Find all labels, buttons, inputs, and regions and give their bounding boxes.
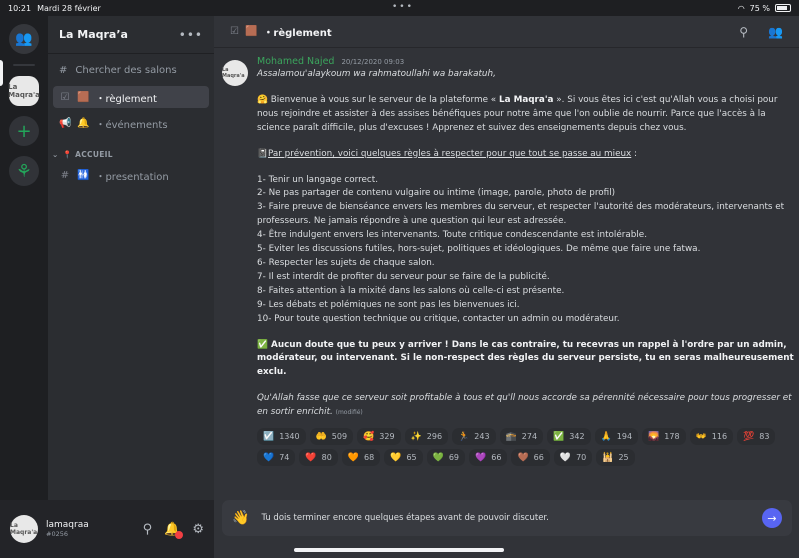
- edited-label: (modifié): [335, 409, 363, 417]
- channel-search[interactable]: # Chercher des salons: [48, 54, 214, 86]
- greeting: Assalamou'alaykoum wa rahmatoullahi wa b…: [257, 69, 496, 79]
- rule-item: 8- Faites attention à la mixité dans les…: [257, 285, 565, 296]
- channel-header: ☑ 🟫 ・règlement ⚲ 👥: [214, 16, 799, 48]
- user-meta: lamaqraa #0256: [46, 520, 135, 538]
- rules-channel-icon: ☑: [60, 91, 70, 103]
- channel-search-label: Chercher des salons: [75, 64, 177, 76]
- message-author[interactable]: Mohamed Najed: [257, 56, 334, 67]
- status-bar: 10:21 Mardi 28 février ••• ◠ 75 %: [0, 0, 799, 16]
- channel-title: ・règlement: [263, 28, 332, 39]
- add-server-icon[interactable]: +: [9, 116, 39, 146]
- reaction[interactable]: 🙏 194: [594, 428, 639, 446]
- reaction[interactable]: 🤎 66: [511, 449, 550, 467]
- message-body: Assalamou'alaykoum wa rahmatoullahi wa b…: [257, 68, 797, 420]
- members-icon[interactable]: 👥: [768, 25, 783, 39]
- active-server-indicator: [0, 60, 3, 86]
- rule-item: 10- Pour toute question technique ou cri…: [257, 313, 620, 324]
- header-emoji: 🟫: [244, 26, 258, 37]
- channel-reglement[interactable]: ☑ 🟫 ・règlement: [53, 86, 209, 108]
- reaction[interactable]: 🕌 25: [596, 449, 635, 467]
- chat-area: ☑ 🟫 ・règlement ⚲ 👥 La Maqra'a Mohamed Na…: [214, 16, 799, 558]
- user-tag: #0256: [46, 530, 68, 538]
- message: La Maqra'a Mohamed Najed 20/12/2020 09:0…: [214, 56, 799, 467]
- status-date: Mardi 28 février: [37, 3, 101, 13]
- direct-messages-icon[interactable]: 👥: [9, 24, 39, 54]
- hashtag-icon: #: [60, 169, 70, 181]
- channel-emoji: 🚻: [77, 169, 90, 181]
- rule-item: 3- Faire preuve de bienséance envers les…: [257, 202, 785, 227]
- battery-icon: [775, 4, 791, 12]
- reaction[interactable]: 💛 65: [384, 449, 423, 467]
- channel-presentation[interactable]: # 🚻 ・presentation: [53, 164, 209, 186]
- hashtag-search-icon: #: [59, 64, 68, 76]
- gear-icon[interactable]: ⚙: [192, 522, 204, 537]
- rule-item: 2- Ne pas partager de contenu vulgaire o…: [257, 188, 616, 199]
- rule-item: 9- Les débats et polémiques ne sont pas …: [257, 299, 520, 310]
- search-icon[interactable]: ⚲: [739, 25, 748, 39]
- rule-item: 7- Il est interdit de profiter du serveu…: [257, 271, 550, 282]
- rule-item: 4- Être indulgent envers les intervenant…: [257, 230, 648, 241]
- intro-paragraph: 🤗 Bienvenue à vous sur le serveur de la …: [257, 94, 778, 133]
- search-user-icon[interactable]: ⚲: [143, 522, 153, 537]
- reaction[interactable]: 🤲 509: [309, 428, 354, 446]
- guild-name: La Maqra’a: [59, 28, 128, 41]
- arrow-right-icon[interactable]: →: [762, 508, 782, 528]
- reaction[interactable]: ✅ 342: [547, 428, 591, 446]
- server-la-maqraa[interactable]: La Maqra'a: [8, 76, 40, 106]
- channel-emoji: 🟫: [77, 91, 90, 103]
- category-accueil[interactable]: ⌄ 📍 ACCUEIL: [48, 144, 214, 164]
- home-indicator[interactable]: [294, 548, 504, 552]
- guild-header[interactable]: La Maqra’a •••: [48, 16, 214, 54]
- user-panel: La Maqra'a lamaqraa #0256 ⚲ 🔔 ⚙: [0, 500, 214, 558]
- rule-item: 1- Tenir un langage correct.: [257, 174, 379, 185]
- reaction[interactable]: 💙 74: [257, 449, 296, 467]
- reaction[interactable]: ☑️ 1340: [257, 428, 306, 446]
- multitask-dots[interactable]: •••: [392, 2, 414, 12]
- message-timestamp: 20/12/2020 09:03: [341, 58, 405, 66]
- message-composer[interactable]: 👋 Tu dois terminer encore quelques étape…: [222, 500, 792, 536]
- reaction[interactable]: ❤️ 80: [299, 449, 338, 467]
- reaction[interactable]: 🏃 243: [452, 428, 496, 446]
- wifi-icon: ◠: [737, 3, 745, 13]
- channel-label: ・événements: [95, 119, 168, 131]
- more-options-icon[interactable]: •••: [179, 28, 203, 42]
- announcement-icon: 📢: [59, 117, 72, 129]
- channel-label: ・règlement: [95, 93, 157, 105]
- reaction[interactable]: 🤍 70: [553, 449, 593, 467]
- avatar[interactable]: La Maqra'a: [222, 60, 248, 86]
- channel-emoji: 🔔: [77, 117, 90, 129]
- reaction[interactable]: ✨ 296: [404, 428, 449, 446]
- reactions: ☑️ 1340 🤲 509 🥰 329 ✨ 296 🏃 243 🕋 274 ✅ 342 🙏 19…: [257, 428, 797, 467]
- reaction[interactable]: 🌄 178: [642, 428, 686, 446]
- rules-intro: 📓Par prévention, voici quelques règles à…: [257, 148, 638, 159]
- rule-item: 5- Eviter les discussions futiles, hors-…: [257, 244, 701, 255]
- notifications-button[interactable]: 🔔: [164, 522, 184, 539]
- dua-paragraph: Qu'Allah fasse que ce serveur soit profi…: [257, 393, 792, 418]
- channel-sidebar: La Maqra’a ••• # Chercher des salons ☑ 🟫…: [48, 16, 214, 500]
- avatar[interactable]: La Maqra'a: [10, 515, 38, 543]
- user-name: lamaqraa: [46, 520, 89, 530]
- category-label: 📍 ACCUEIL: [62, 149, 113, 159]
- composer-notice: Tu dois terminer encore quelques étapes …: [261, 513, 549, 523]
- rule-item: 6- Respecter les sujets de chaque salon.: [257, 257, 435, 268]
- channel-evenements[interactable]: 📢 🔔 ・événements: [53, 112, 209, 134]
- reaction[interactable]: 🕋 274: [499, 428, 544, 446]
- reaction[interactable]: 👐 116: [689, 428, 734, 446]
- battery-percent: 75 %: [749, 3, 770, 13]
- waving-hand-icon: 👋: [232, 510, 250, 526]
- closing-paragraph: ✅ Aucun doute que tu peux y arriver ! Da…: [257, 339, 794, 378]
- server-list: 👥 La Maqra'a + ⚘: [0, 16, 48, 558]
- reaction[interactable]: 🥰 329: [357, 428, 401, 446]
- server-separator: [13, 64, 35, 66]
- chevron-down-icon: ⌄: [52, 149, 59, 159]
- explore-servers-icon[interactable]: ⚘: [9, 156, 39, 186]
- channel-label: ・presentation: [95, 171, 169, 183]
- reaction[interactable]: 💯 83: [737, 428, 776, 446]
- reaction[interactable]: 💜 66: [469, 449, 508, 467]
- reaction[interactable]: 💚 69: [426, 449, 466, 467]
- rules-channel-icon: ☑: [230, 26, 239, 37]
- notification-badge: [175, 530, 184, 539]
- reaction[interactable]: 🧡 68: [341, 449, 381, 467]
- status-time: 10:21: [8, 3, 32, 13]
